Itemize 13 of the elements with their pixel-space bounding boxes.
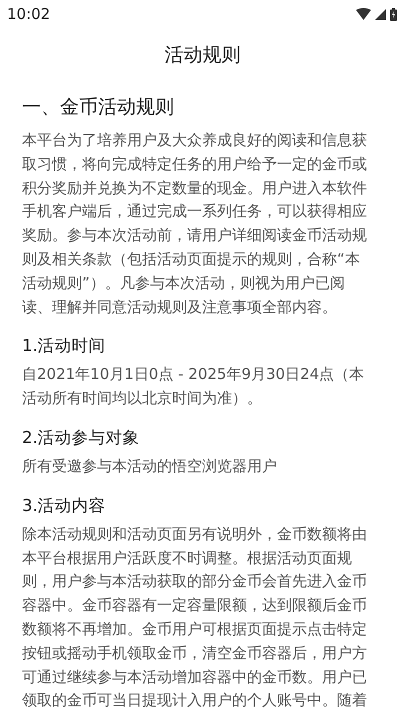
subsection-heading: 3.活动内容 (22, 494, 107, 517)
subsection-heading: 2.活动参与对象 (22, 426, 141, 449)
page-title: 活动规则 (164, 43, 242, 67)
paragraph: 所有受邀参与本活动的悟空浏览器用户 (22, 456, 278, 477)
battery-icon (390, 8, 397, 20)
signal-icon (375, 8, 386, 20)
paragraph: 自2021年10月1日0点 - 2025年9月30日24点（本活动所有时间均以北京时间为准）。 (22, 364, 366, 410)
wifi-icon (356, 8, 371, 20)
paragraph: 除本活动规则和活动页面另有说明外，金币数额将由本平台根据用户活跃度不时调整。根据活动页面规则，用户参与本活动获取的部分金币会首先进入金币容器中。金币容器有一定容量限额，达到限额后金币数额将不再增加。金币用户可根据页面提示点击特定按钮或摇动手机领取金币，清空金币容器后，用户方可通过继续参与本活动增加容器中的金币数。用户已领取的金币可当日提现计入用户的个人账号中。随着 (22, 524, 368, 712)
paragraph: 本平台为了培养用户及大众养成良好的阅读和信息获取习惯，将向完成特定任务的用户给予一定的金币或积分奖励并兑换为不定数量的现金。用户进入本软件手机客户端后，通过完成一系列任务，可以获得相应奖励。参与本次活动前，请用户详细阅读金币活动规则及相关条款（包括活动页面提示的规则，合称“本活动规则”）。凡参与本次活动，则视为用户已阅读、理解并同意活动规则及注意事项全部内容。 (22, 130, 368, 318)
status-time: 10:02 (7, 5, 50, 23)
subsection-heading: 1.活动时间 (22, 335, 107, 358)
section-heading: 一、金币活动规则 (22, 95, 175, 119)
